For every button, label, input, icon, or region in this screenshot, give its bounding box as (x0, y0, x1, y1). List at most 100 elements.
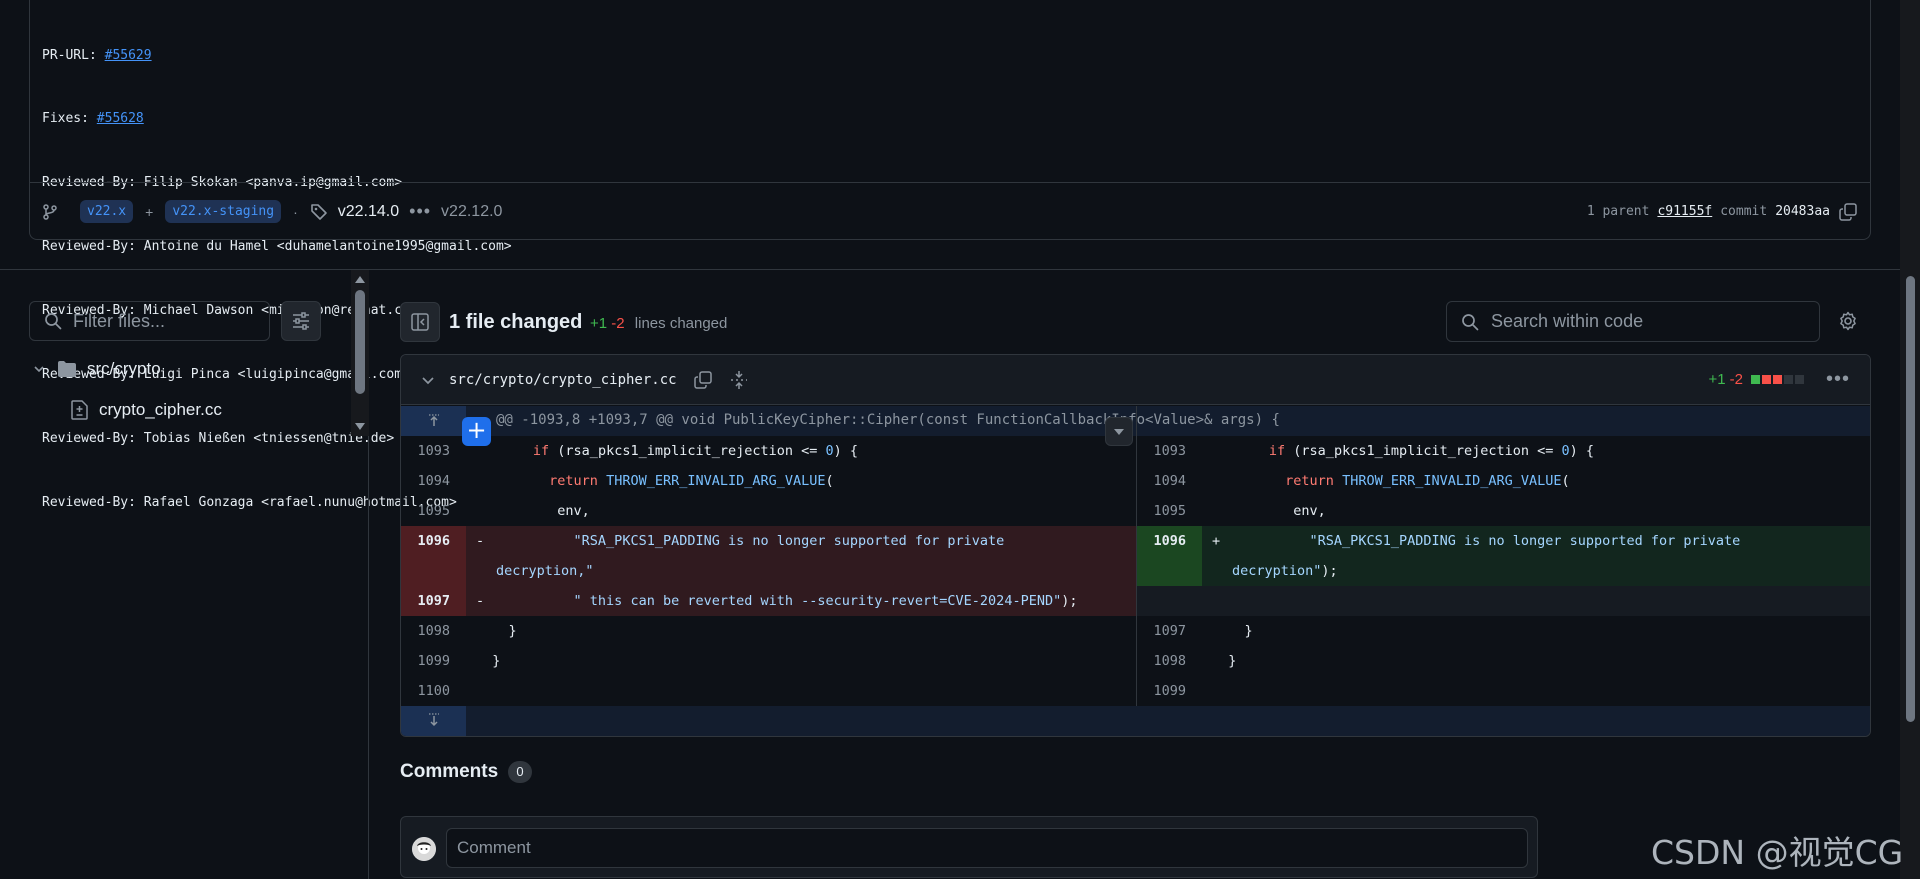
stat-square (1761, 375, 1771, 384)
chevron-down-icon[interactable] (421, 373, 435, 387)
code-token: ); (1321, 563, 1338, 579)
code-token: " this can be reverted with --security-r… (573, 593, 1062, 609)
diff-line-right: 1094 return THROW_ERR_INVALID_ARG_VALUE( (1137, 466, 1870, 496)
commit-message-box: PR-URL: #55629 Fixes: #55628 Reviewed-By… (29, 0, 1871, 510)
code-line: env, (1212, 503, 1326, 519)
line-number[interactable]: 1097 (1137, 616, 1202, 646)
tree-file[interactable]: crypto_cipher.cc (71, 400, 222, 420)
tree-scrollbar[interactable] (351, 270, 369, 436)
line-number[interactable]: 1098 (401, 616, 466, 646)
line-number[interactable]: 1096 (1137, 526, 1202, 586)
code-line: } (476, 623, 517, 639)
pr-url-label: PR-URL: (42, 47, 105, 63)
diff-line-left: 1099 } (401, 646, 1136, 676)
file-additions: +1 (1708, 371, 1726, 388)
toggle-file-tree-button[interactable] (400, 302, 440, 342)
line-number[interactable]: 1093 (401, 436, 466, 466)
triangle-down-icon (1114, 428, 1124, 435)
line-number[interactable]: 1095 (401, 496, 466, 526)
page-scrollbar-thumb[interactable] (1906, 276, 1915, 722)
comment-input[interactable]: Comment (446, 828, 1528, 868)
branch-pill[interactable]: v22.x (80, 200, 134, 223)
filter-files-input[interactable]: Filter files... (29, 301, 270, 341)
branch-pill[interactable]: v22.x-staging (165, 200, 282, 223)
expand-down-button[interactable] (401, 706, 466, 736)
commit-label: commit (1720, 204, 1768, 219)
stat-square (1772, 375, 1782, 384)
section-divider (0, 269, 1900, 270)
code-token: return (549, 473, 598, 489)
diff-file-header: src/crypto/crypto_cipher.cc +1 -2 ••• (401, 355, 1870, 405)
chevron-down-icon (33, 363, 45, 375)
diff-line-empty (1137, 586, 1870, 616)
code-token: if (532, 443, 550, 459)
more-tags-icon[interactable]: ••• (409, 201, 431, 222)
gear-icon[interactable] (1838, 311, 1858, 336)
copy-icon[interactable] (693, 370, 713, 390)
line-number[interactable]: 1093 (1137, 436, 1202, 466)
issue-link[interactable]: #55628 (97, 111, 144, 126)
expand-up-button[interactable] (401, 406, 466, 436)
line-number[interactable]: 1094 (1137, 466, 1202, 496)
code-token: THROW_ERR_INVALID_ARG_VALUE (1342, 473, 1562, 489)
diff-line-left: 1098 } (401, 616, 1136, 646)
additions-count: +1 (590, 315, 608, 332)
diff-line-added: 1096 + "RSA_PKCS1_PADDING is no longer s… (1137, 526, 1870, 586)
pr-link[interactable]: #55629 (105, 48, 152, 63)
diff-line-right: 1093 if (rsa_pkcs1_implicit_rejection <=… (1137, 436, 1870, 466)
folder-icon (57, 360, 77, 378)
line-number[interactable]: 1097 (401, 586, 466, 616)
diff-line-left: 1093 if (rsa_pkcs1_implicit_rejection <=… (401, 436, 1136, 466)
search-icon (44, 312, 73, 330)
code-token: ) { (1569, 443, 1595, 459)
expand-down-icon (428, 713, 439, 727)
code-token: if (1268, 443, 1286, 459)
line-number[interactable]: 1098 (1137, 646, 1202, 676)
code-token: 0 (825, 443, 834, 459)
line-number[interactable]: 1095 (1137, 496, 1202, 526)
avatar (412, 837, 436, 861)
tree-scrollbar-thumb[interactable] (355, 290, 365, 394)
diff-file-path[interactable]: src/crypto/crypto_cipher.cc (449, 372, 677, 388)
code-line: if (rsa_pkcs1_implicit_rejection <= 0) { (476, 436, 858, 466)
tag-link[interactable]: v22.14.0 (338, 203, 399, 221)
diff-line-right: 1099 (1137, 676, 1870, 706)
filter-placeholder: Filter files... (73, 310, 166, 331)
comments-count-badge: 0 (508, 761, 532, 783)
line-number[interactable]: 1094 (401, 466, 466, 496)
code-token: THROW_ERR_INVALID_ARG_VALUE (606, 473, 826, 489)
scroll-down-icon[interactable] (355, 423, 365, 430)
more-options-icon[interactable]: ••• (1826, 368, 1850, 391)
line-number[interactable]: 1100 (401, 676, 466, 706)
code-line: env, (476, 503, 590, 519)
diff-line-deleted: 1097 - " this can be reverted with --sec… (401, 586, 1136, 616)
search-icon (1461, 313, 1491, 331)
tree-folder[interactable]: src/crypto (33, 359, 161, 379)
code-token: "RSA_PKCS1_PADDING is no longer supporte… (573, 533, 1005, 549)
line-number[interactable]: 1099 (401, 646, 466, 676)
line-number[interactable]: 1096 (401, 526, 466, 586)
code-token: ( (825, 473, 834, 489)
page-scrollbar[interactable] (1900, 0, 1920, 879)
tag-link[interactable]: v22.12.0 (441, 203, 502, 221)
commit-meta: 1 parent c91155f commit 20483aa (1587, 202, 1858, 222)
watermark: CSDN @视觉CG (1651, 833, 1904, 872)
parent-sha-link[interactable]: c91155f (1657, 204, 1712, 219)
diff-line-right: 1095 env, (1137, 496, 1870, 526)
search-within-code-input[interactable]: Search within code (1446, 301, 1820, 342)
comments-title: Comments (400, 761, 499, 782)
lines-changed-label: lines changed (634, 315, 728, 332)
tree-panel-border (0, 436, 369, 879)
copy-icon[interactable] (1838, 202, 1858, 222)
diff-marker: - (476, 533, 485, 549)
scroll-up-icon[interactable] (355, 276, 365, 283)
filter-options-button[interactable] (281, 301, 321, 341)
search-placeholder: Search within code (1491, 311, 1644, 331)
expand-all-icon[interactable] (729, 370, 749, 390)
add-comment-button[interactable]: + (462, 417, 491, 446)
git-branch-icon (42, 203, 58, 220)
code-line: return THROW_ERR_INVALID_ARG_VALUE( (1212, 466, 1570, 496)
line-menu-button[interactable] (1105, 417, 1133, 446)
code-line: } (1212, 653, 1237, 669)
line-number[interactable]: 1099 (1137, 676, 1202, 706)
